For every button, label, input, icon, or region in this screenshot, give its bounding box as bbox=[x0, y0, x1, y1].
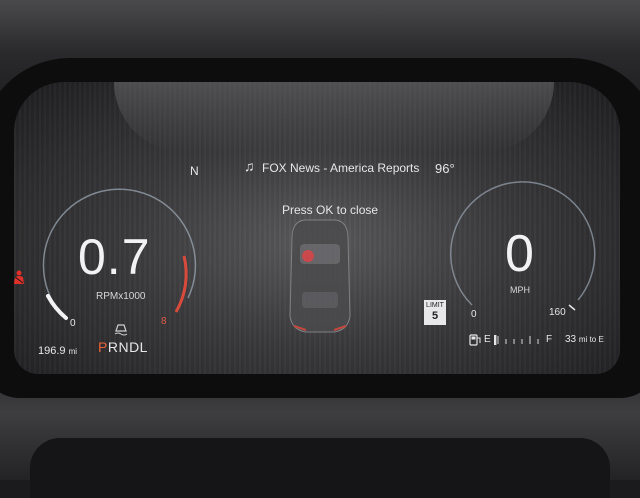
tachometer-redline-arc bbox=[174, 255, 188, 313]
media-now-playing: FOX News - America Reports bbox=[262, 161, 420, 175]
speed-limit-value: 5 bbox=[431, 310, 439, 322]
notification-message: Press OK to close bbox=[282, 203, 379, 217]
speed-limit-label: LIMIT bbox=[426, 302, 444, 309]
fuel-pump-icon bbox=[469, 334, 481, 346]
speedometer-end-tick bbox=[568, 304, 576, 311]
gear-selector-indicator: PRNDL bbox=[98, 339, 148, 355]
fuel-range-unit: mi to E bbox=[578, 335, 604, 344]
tachometer-min-label: 0 bbox=[70, 318, 76, 329]
odometer-value: 196.9 bbox=[38, 345, 66, 357]
music-note-icon: ♫ bbox=[244, 158, 255, 174]
traction-control-icon bbox=[114, 324, 128, 336]
outside-temperature: 96° bbox=[435, 161, 455, 176]
gear-selected: P bbox=[98, 339, 108, 355]
speedometer-value: 0 bbox=[505, 225, 534, 283]
odometer: 196.9 mi bbox=[38, 345, 77, 357]
speed-limit-sign: LIMIT 5 bbox=[424, 300, 446, 325]
drive-mode-indicator: N bbox=[190, 164, 199, 178]
seatbelt-warning-icon bbox=[14, 270, 24, 284]
speedometer-max-label: 160 bbox=[549, 307, 566, 318]
speedometer-unit: MPH bbox=[510, 285, 530, 295]
tachometer-max-label: 8 bbox=[161, 316, 167, 327]
gear-others: RNDL bbox=[107, 339, 148, 355]
tachometer-unit: RPMx1000 bbox=[96, 291, 146, 302]
fuel-empty-label: E bbox=[484, 334, 491, 345]
fuel-range: 33 mi to E bbox=[565, 334, 604, 345]
tachometer-needle-fill bbox=[46, 294, 68, 320]
vehicle-top-view-icon bbox=[289, 219, 351, 333]
speedometer-min-label: 0 bbox=[471, 309, 477, 320]
fuel-gauge-ticks bbox=[497, 336, 539, 344]
fuel-range-value: 33 bbox=[565, 334, 577, 345]
fuel-level-fill bbox=[494, 335, 497, 345]
fuel-full-label: F bbox=[546, 334, 553, 345]
tachometer-value: 0.7 bbox=[78, 229, 151, 285]
odometer-unit: mi bbox=[68, 347, 78, 356]
